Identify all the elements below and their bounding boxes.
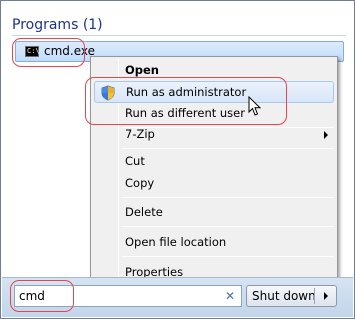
menu-item-label: Copy: [125, 176, 155, 190]
menu-item-cut[interactable]: Cut: [94, 151, 334, 173]
menu-separator: [123, 148, 334, 149]
menu-separator: [123, 197, 334, 198]
start-menu: Programs (1) C:\ cmd.exe Open Run as adm…: [0, 0, 355, 319]
programs-section-title: Programs (1): [12, 17, 103, 33]
clear-search-icon[interactable]: ✕: [225, 289, 235, 303]
section-divider: [12, 35, 346, 36]
menu-item-delete[interactable]: Delete: [94, 202, 334, 224]
annotation-callout: [10, 280, 74, 312]
menu-item-label: Open file location: [125, 235, 227, 249]
menu-item-label: Delete: [125, 205, 163, 219]
menu-item-label: 7-Zip: [125, 127, 155, 141]
annotation-callout: [12, 38, 85, 67]
menu-separator: [123, 256, 334, 257]
chevron-right-icon[interactable]: [324, 292, 328, 300]
menu-separator: [123, 226, 334, 227]
menu-item-label: Open: [125, 63, 159, 77]
menu-item-label: Cut: [125, 154, 145, 168]
annotation-callout: [85, 77, 287, 125]
menu-item-7zip[interactable]: 7-Zip: [94, 124, 334, 146]
menu-item-copy[interactable]: Copy: [94, 173, 334, 195]
shutdown-button[interactable]: Shut down: [246, 285, 337, 307]
shutdown-label: Shut down: [252, 289, 316, 303]
menu-item-open-file-location[interactable]: Open file location: [94, 232, 334, 254]
chevron-right-icon: [324, 131, 328, 139]
shutdown-divider: [314, 288, 315, 304]
